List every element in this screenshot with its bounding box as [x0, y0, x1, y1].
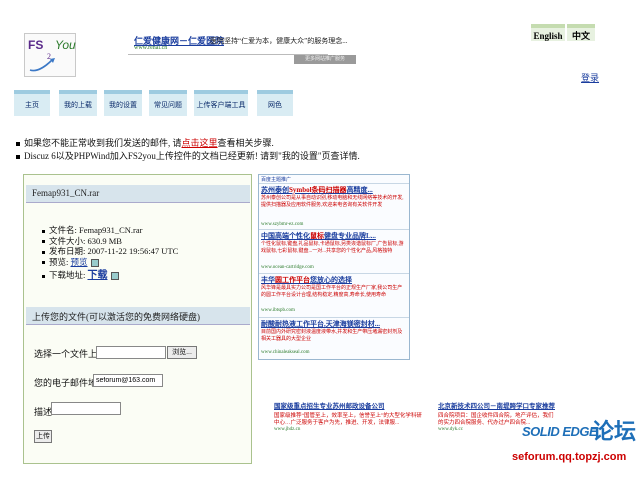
file-name-header: Femap931_CN.rar: [26, 185, 250, 203]
upload-header: 上传您的文件(可以激活您的免费网络硬盘): [26, 307, 250, 325]
download-image-icon[interactable]: [110, 272, 119, 281]
file-name-row: 文件名: Femap931_CN.rar: [42, 225, 178, 236]
login-link[interactable]: 登录: [581, 71, 599, 84]
top-ad-banner[interactable]: 仁爱健康网－仁爱医院 医院坚持“仁爱为本，健康大众”的服务理念... www.r…: [128, 32, 356, 66]
side-ad-item[interactable]: 耐酸耐热液工作平台,天津海镁密封材... 目前国内外研究密封液温度液带水,并发和…: [259, 317, 409, 359]
lang-english-tab[interactable]: English: [531, 24, 565, 41]
lang-chinese-tab[interactable]: 中文: [567, 24, 595, 41]
logo-swoosh-icon: [29, 58, 55, 72]
notice-discuz: Discuz 6以及PHPWind加入FS2you上传控件的文档已经更新! 请到…: [16, 149, 360, 162]
download-link[interactable]: 下载: [88, 270, 108, 282]
file-info: 文件名: Femap931_CN.rar 文件大小: 630.9 MB 发布日期…: [42, 225, 178, 282]
file-date-row: 发布日期: 2007-11-22 19:56:47 UTC: [42, 246, 178, 257]
side-ad-item[interactable]: 丰华圆工作平台您放心的选择 风华锋是最具实力公司是国工作平台的正规生产厂家,我公…: [259, 273, 409, 317]
logo-fs: FS: [28, 38, 44, 52]
nav-tab-my-settings[interactable]: 我的设置: [104, 90, 142, 116]
notice-email: 如果您不能正常收到我们发送的邮件, 请点击这里查看相关步骤.: [16, 136, 274, 149]
description-input[interactable]: [51, 402, 121, 415]
nav-tab-upload-client[interactable]: 上传客户端工具: [194, 90, 248, 116]
file-panel: Femap931_CN.rar 文件名: Femap931_CN.rar 文件大…: [23, 174, 252, 464]
fs2you-logo[interactable]: FS 2 You: [24, 33, 76, 77]
nav-tab-theme[interactable]: 网色: [257, 90, 293, 116]
top-ad-url[interactable]: www.renai.cn: [134, 45, 167, 51]
side-ads-header: 百度主题推广: [261, 178, 292, 183]
top-ad-desc: 医院坚持“仁爱为本，健康大众”的服务理念...: [210, 37, 348, 45]
logo-you: You: [55, 38, 76, 52]
preview-link[interactable]: 预览: [71, 257, 88, 267]
bottom-ad-item[interactable]: 国家级重点招生专业苏州邮政设备公司 国家级推荐“国管至上，效率至上，信誉至上”的…: [274, 400, 424, 432]
nav-tab-home[interactable]: 主页: [14, 90, 50, 116]
file-path-input[interactable]: [96, 346, 166, 359]
email-field[interactable]: [93, 374, 163, 387]
nav-tab-faq[interactable]: 常见问题: [149, 90, 187, 116]
top-ad-more-button[interactable]: 更多网站推广服务: [294, 55, 356, 64]
bullet-icon: [16, 154, 20, 159]
click-here-link[interactable]: 点击这里: [182, 138, 218, 148]
watermark-url: seforum.qq.topzj.com: [512, 451, 627, 463]
file-download-row: 下载地址: 下载: [42, 270, 178, 282]
side-ads-panel: 百度主题推广 苏州泰创Symbol条码扫描器高精度... 苏州泰创公司是从事自动…: [258, 174, 410, 360]
file-size-row: 文件大小: 630.9 MB: [42, 236, 178, 247]
upload-button[interactable]: 上传: [34, 430, 52, 443]
file-preview-row: 预览: 预览: [42, 257, 178, 268]
side-ad-item[interactable]: 苏州泰创Symbol条码扫描器高精度... 苏州泰创公司是从事自动识别,移动电脑…: [259, 183, 409, 229]
browse-button[interactable]: 浏览...: [167, 346, 197, 359]
preview-image-icon[interactable]: [90, 258, 99, 267]
side-ad-item[interactable]: 中国高端个性化鼠标健盘专业品牌L... 个性化鼠标,键盘,礼品鼠标,卡通鼠标,另…: [259, 229, 409, 273]
bullet-icon: [16, 141, 20, 146]
solid-edge-watermark: SOLID EDGE 论坛: [522, 419, 637, 444]
nav-tab-my-uploads[interactable]: 我的上载: [59, 90, 97, 116]
